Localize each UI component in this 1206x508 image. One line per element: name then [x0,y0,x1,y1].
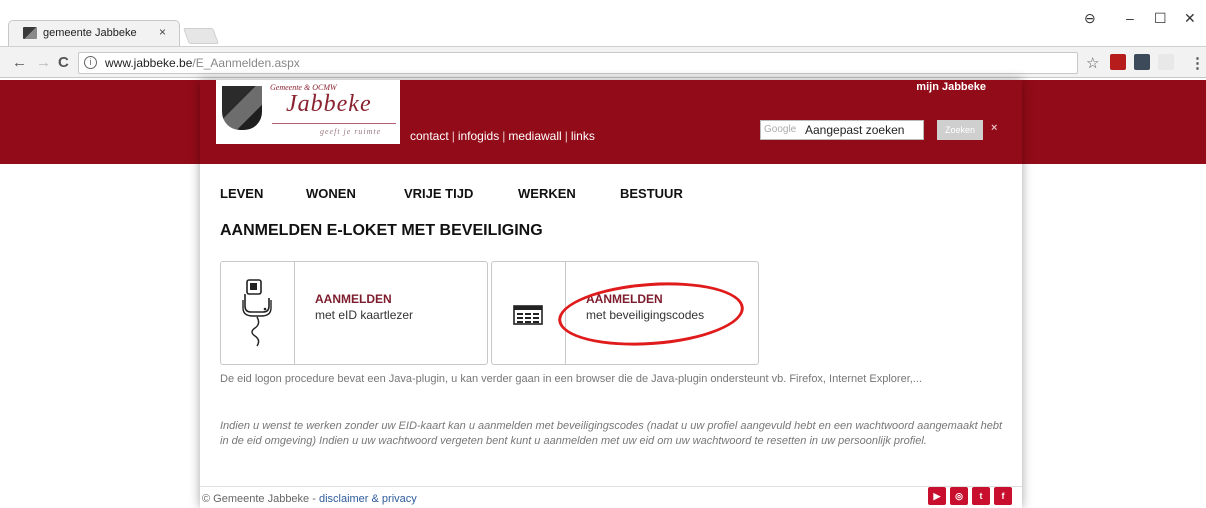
site-header: Gemeente & OCMW Jabbeke geeft je ruimte … [200,80,1022,164]
search-button[interactable]: Zoeken [937,120,983,140]
java-plugin-info: De eid logon procedure bevat een Java-pl… [220,373,922,385]
logo-name: Jabbeke [286,91,372,117]
back-arrow-icon[interactable]: ← [12,54,27,71]
security-codes-info: Indien u wenst te werken zonder uw EID-k… [220,420,1003,447]
site-info-icon[interactable]: i [84,56,97,69]
maximize-button[interactable]: ☐ [1154,10,1167,27]
login-eid-card[interactable]: AANMELDEN met eID kaartlezer [220,261,488,365]
google-label: Google [764,124,797,135]
site-logo[interactable]: Gemeente & OCMW Jabbeke geeft je ruimte [216,80,400,144]
link-contact[interactable]: contact [410,129,449,143]
search-input[interactable]: Google Aangepast zoeken [760,120,924,140]
tab-close-icon[interactable]: × [159,25,166,39]
disclaimer-privacy-link[interactable]: disclaimer & privacy [319,493,417,505]
profile-icon[interactable]: ⊖ [1084,10,1096,27]
site-favicon-icon [23,27,37,39]
nav-wonen[interactable]: WONEN [306,186,356,201]
address-bar[interactable]: i www.jabbeke.be/E_Aanmelden.aspx [78,52,1078,74]
logo-tagline: geeft je ruimte [320,127,382,136]
search-placeholder: Aangepast zoeken [805,123,905,137]
nav-bestuur[interactable]: BESTUUR [620,186,683,201]
coat-of-arms-icon [222,86,262,130]
web-page: Gemeente & OCMW Jabbeke geeft je ruimte … [0,80,1206,508]
content-container: Gemeente & OCMW Jabbeke geeft je ruimte … [200,80,1022,508]
card-subtitle: met eID kaartlezer [315,308,414,322]
nav-leven[interactable]: LEVEN [220,186,263,201]
browser-menu-icon[interactable]: ⋮ [1190,54,1205,72]
minimize-button[interactable]: – [1126,10,1134,26]
top-links: contact | infogids | mediawall | links [410,129,595,143]
logo-divider [272,123,396,124]
link-separator: | [564,129,568,143]
close-window-button[interactable]: ✕ [1184,10,1196,27]
bookmark-star-icon[interactable]: ☆ [1086,54,1099,72]
footer-copyright: © Gemeente Jabbeke - disclaimer & privac… [202,493,417,505]
pdf-extension-icon[interactable] [1110,54,1126,70]
card-icon-box [221,262,295,364]
link-infogids[interactable]: infogids [458,129,499,143]
nav-vrije-tijd[interactable]: VRIJE TIJD [404,186,473,201]
browser-tab[interactable]: gemeente Jabbeke × [8,20,180,46]
nav-werken[interactable]: WERKEN [518,186,576,201]
new-tab-button[interactable] [183,28,219,44]
browser-chrome: gemeente Jabbeke × ⊖ – ☐ ✕ ← → C i www.j… [0,0,1206,82]
twitter-icon[interactable]: t [972,487,990,505]
tab-strip: gemeente Jabbeke × ⊖ – ☐ ✕ [0,0,1206,48]
facebook-icon[interactable]: f [994,487,1012,505]
instagram-icon[interactable]: ◎ [950,487,968,505]
link-separator: | [451,129,455,143]
card-title: AANMELDEN [315,292,392,306]
copyright-text: © Gemeente Jabbeke - [202,493,319,505]
url-host: www.jabbeke.be [105,56,193,70]
url-path: /E_Aanmelden.aspx [192,56,300,70]
clear-search-icon[interactable]: × [991,122,997,134]
forward-arrow-icon[interactable]: → [36,54,51,71]
mijn-jabbeke-link[interactable]: mijn Jabbeke [916,81,986,93]
youtube-icon[interactable]: ▶ [928,487,946,505]
url-text[interactable]: www.jabbeke.be/E_Aanmelden.aspx [105,56,300,70]
reload-icon[interactable]: C [58,54,69,71]
card-reader-icon [242,279,272,347]
extension-2-icon[interactable] [1158,54,1174,70]
tab-title: gemeente Jabbeke [43,27,137,39]
site-footer: © Gemeente Jabbeke - disclaimer & privac… [200,486,1022,508]
security-codes-icon [513,305,543,325]
page-title: AANMELDEN E-LOKET MET BEVEILIGING [220,222,543,239]
link-separator: | [502,129,506,143]
card-icon-box [492,262,566,364]
extension-icon[interactable] [1134,54,1150,70]
link-links[interactable]: links [571,129,595,143]
link-mediawall[interactable]: mediawall [508,129,561,143]
browser-toolbar: ← → C i www.jabbeke.be/E_Aanmelden.aspx … [0,46,1206,78]
